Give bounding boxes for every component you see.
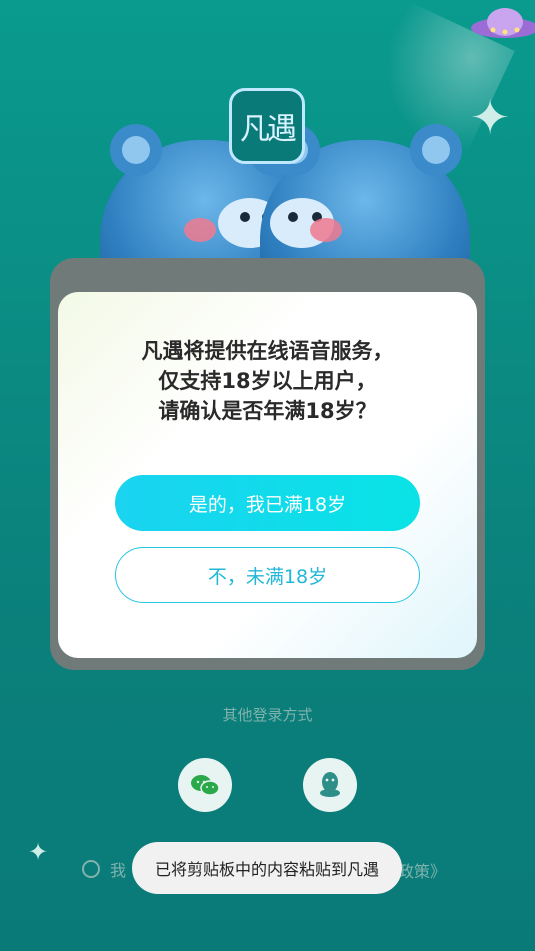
confirm-adult-button[interactable]: 是的，我已满18岁 [115, 475, 420, 531]
wechat-login-button[interactable] [178, 758, 232, 812]
dialog-message: 凡遇将提供在线语音服务， 仅支持18岁以上用户， 请确认是否年满18岁？ [58, 336, 477, 426]
dialog-line-1: 凡遇将提供在线语音服务， [141, 339, 394, 363]
deny-adult-button[interactable]: 不，未满18岁 [115, 547, 420, 603]
sparkle-icon: ✦ [470, 90, 511, 146]
privacy-policy-link[interactable]: 政策》 [398, 858, 446, 882]
clipboard-toast: 已将剪贴板中的内容粘贴到凡遇 [132, 842, 402, 894]
agreement-prefix: 我 [110, 861, 127, 880]
dialog-line-2: 仅支持18岁以上用户， [158, 369, 377, 393]
sparkle-icon: ✦ [28, 838, 49, 866]
dialog-line-3: 请确认是否年满18岁？ [158, 399, 377, 423]
wechat-icon [191, 775, 220, 796]
ufo-icon [471, 8, 535, 38]
agreement-row: 我 [82, 858, 126, 880]
other-login-label: 其他登录方式 [222, 706, 313, 724]
agree-radio[interactable] [82, 860, 100, 878]
app-logo-text: 凡遇 [240, 112, 297, 147]
qq-icon [320, 772, 340, 797]
qq-login-button[interactable] [303, 758, 357, 812]
app-logo: 凡遇 [229, 88, 305, 164]
toast-message: 已将剪贴板中的内容粘贴到凡遇 [154, 860, 379, 879]
